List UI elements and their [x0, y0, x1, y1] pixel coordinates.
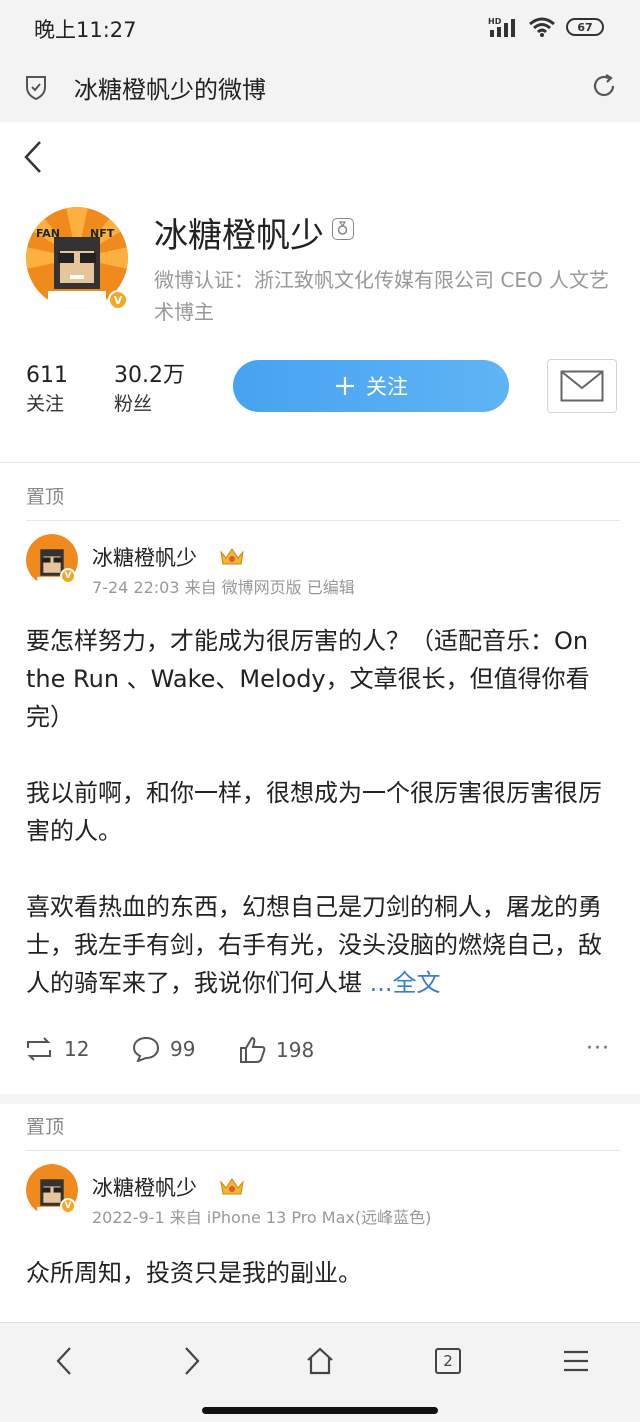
post-actions: 12 99 198 ··· [0, 1034, 640, 1074]
profile-name: 冰糖橙帆少 [154, 216, 324, 256]
status-icons: HD 67 [488, 16, 604, 38]
nav-forward-button[interactable] [170, 1341, 214, 1381]
home-indicator[interactable] [202, 1407, 438, 1414]
post-separator [0, 1094, 640, 1104]
crown-icon [220, 548, 244, 565]
comment-count: 99 [170, 1037, 196, 1061]
nav-menu-button[interactable] [554, 1341, 598, 1381]
wifi-icon [529, 17, 555, 37]
mail-icon [560, 370, 604, 402]
post-author[interactable]: 冰糖橙帆少 [92, 1172, 197, 1202]
chevron-right-icon [185, 1347, 200, 1375]
post-body[interactable]: 要怎样努力，才能成为很厉害的人？（适配音乐：On the Run 、Wake、M… [26, 622, 616, 1002]
comment-button[interactable]: 99 [132, 1036, 195, 1062]
like-button[interactable]: 198 [238, 1036, 314, 1064]
more-icon[interactable]: ··· [586, 1036, 610, 1061]
follow-button-label: 关注 [366, 375, 408, 399]
repost-count: 12 [64, 1037, 90, 1061]
full-text-link[interactable]: ...全文 [370, 969, 441, 997]
post-meta: 7-24 22:03 来自 微博网页版 已编辑 [92, 578, 355, 597]
post-body[interactable]: 众所周知，投资只是我的副业。 [26, 1254, 616, 1292]
post-paragraph: 要怎样努力，才能成为很厉害的人？（适配音乐：On the Run 、Wake、M… [26, 627, 590, 731]
post-paragraph: 喜欢看热血的东西，幻想自己是刀剑的桐人，屠龙的勇士，我左手有剑，右手有光，没头没… [26, 888, 616, 1002]
home-icon [307, 1347, 333, 1375]
divider [0, 462, 640, 463]
verified-badge-icon: V [60, 568, 76, 584]
divider [26, 520, 620, 521]
status-bar: 晚上11:27 HD 67 [0, 0, 640, 58]
followers-stat[interactable]: 30.2万 粉丝 [114, 362, 185, 418]
nav-back-button[interactable] [42, 1341, 86, 1381]
like-count: 198 [276, 1038, 315, 1062]
pinned-label: 置顶 [26, 1116, 65, 1138]
following-count: 611 [26, 363, 68, 388]
bottom-navigation: 2 [0, 1322, 640, 1422]
post-author[interactable]: 冰糖橙帆少 [92, 542, 197, 572]
gender-icon [332, 218, 354, 240]
verification-text: 微博认证：浙江致帆文化传媒有限公司 CEO 人文艺术博主 [154, 268, 610, 324]
post-paragraph: 众所周知，投资只是我的副业。 [26, 1259, 362, 1287]
battery-icon: 67 [566, 18, 604, 36]
repost-icon [27, 1037, 51, 1061]
browser-toolbar: 冰糖橙帆少的微博 [0, 58, 640, 122]
verified-badge-icon: V [60, 1198, 76, 1214]
svg-text:HD: HD [488, 17, 502, 26]
menu-icon [564, 1350, 588, 1372]
status-time: 晚上11:27 [34, 18, 137, 42]
followers-label: 粉丝 [114, 393, 153, 415]
repost-button[interactable]: 12 [24, 1036, 89, 1062]
follow-button[interactable]: 关注 [233, 360, 509, 412]
verified-badge-icon: V [108, 290, 128, 310]
post-paragraph-text: 喜欢看热血的东西，幻想自己是刀剑的桐人，屠龙的勇士，我左手有剑，右手有光，没头没… [26, 893, 602, 997]
chevron-left-icon [56, 1347, 71, 1375]
following-stat[interactable]: 611 关注 [26, 362, 68, 418]
divider [26, 1150, 620, 1151]
following-label: 关注 [26, 393, 65, 415]
pinned-label: 置顶 [26, 486, 65, 508]
browser-title: 冰糖橙帆少的微博 [74, 76, 266, 104]
nav-home-button[interactable] [298, 1341, 342, 1381]
nav-tabs-button[interactable]: 2 [426, 1341, 470, 1381]
plus-icon [336, 377, 354, 395]
back-icon[interactable] [18, 138, 52, 176]
message-button[interactable] [547, 359, 617, 413]
crown-icon [220, 1178, 244, 1195]
thumbs-up-icon [240, 1036, 266, 1063]
post-meta: 2022-9-1 来自 iPhone 13 Pro Max(远峰蓝色) [92, 1208, 432, 1227]
post-paragraph: 我以前啊，和你一样，很想成为一个很厉害很厉害很厉害的人。 [26, 779, 602, 845]
followers-count: 30.2万 [114, 363, 185, 388]
comment-icon [132, 1036, 160, 1062]
refresh-icon[interactable] [590, 72, 618, 100]
tab-count-icon: 2 [435, 1348, 461, 1374]
shield-icon[interactable] [24, 73, 48, 101]
signal-icon: HD [488, 17, 515, 37]
